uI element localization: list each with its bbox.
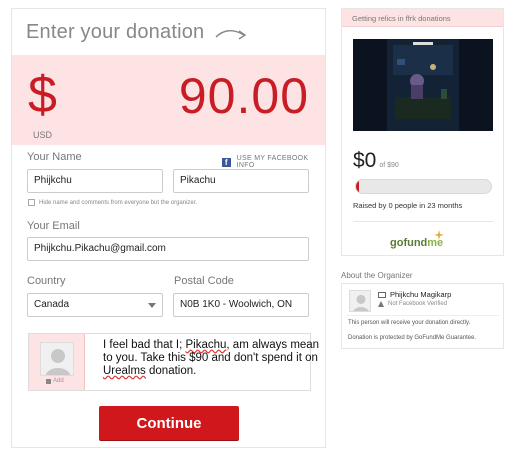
chevron-down-icon [148,303,156,308]
comment-textarea[interactable]: I feel bad that I; Pikachu, am always me… [103,339,328,378]
name-label: Your Name [27,151,82,163]
continue-button[interactable]: Continue [99,406,239,440]
country-label: Country [27,275,66,287]
organizer-card: Phijkchu Magikarp Not Facebook Verified … [341,283,504,349]
donation-panel: Enter your donation $ USD 90.00 Your Nam… [11,8,326,448]
raised-by-middle: people in [392,201,428,210]
logo-sparkle-icon [434,230,445,240]
last-name-field[interactable]: Pikachu [173,169,309,193]
donation-title-row: Enter your donation [26,21,248,44]
organizer-contact-link[interactable]: Phijkchu Magikarp [378,290,451,299]
add-photo-button[interactable]: Add [46,378,64,384]
organizer-divider [347,315,499,316]
hide-name-row[interactable]: Hide name and comments from everyone but… [28,199,197,206]
person-silhouette-icon [41,343,73,375]
organizer-avatar [349,290,371,312]
avatar-placeholder [40,342,74,376]
comment-text-part-3: donation. [145,365,197,377]
country-value: Canada [34,299,70,310]
country-select[interactable]: Canada [27,293,163,317]
comment-box: Add I feel bad that I; Pikachu, am alway… [28,333,319,391]
campaign-image[interactable] [353,39,493,131]
raised-by-prefix: Raised by [353,201,389,210]
first-name-field[interactable]: Phijkchu [27,169,163,193]
campaign-card: Getting relics in ffrk donations $0 of $… [341,8,504,256]
goal-text: of $90 [379,162,399,169]
raised-row: $0 of $90 [353,149,399,173]
use-facebook-info-label: USE MY FACEBOOK INFO [236,155,309,169]
postal-code-label: Postal Code [174,275,234,287]
use-facebook-info-link[interactable]: f USE MY FACEBOOK INFO [222,155,325,169]
facebook-small-icon [46,378,51,384]
amount-box[interactable]: $ USD 90.00 [12,55,325,145]
organizer-name: Phijkchu Magikarp [390,290,452,299]
card-divider [353,221,493,222]
postal-code-field[interactable]: N0B 1K0 - Woolwich, ON [173,293,309,317]
progress-bar-fill [356,180,359,193]
hide-name-checkbox[interactable] [28,199,35,206]
photo-upload-area[interactable]: Add [29,334,85,390]
gofundme-logo[interactable]: gofund me [390,230,445,249]
campaign-game-screenshot [353,39,493,131]
curved-arrow-icon [215,29,247,40]
email-field[interactable]: Phijkchu.Pikachu@gmail.com [27,237,309,261]
currency-symbol: $ [28,66,57,124]
campaign-title[interactable]: Getting relics in ffrk donations [342,9,503,27]
organizer-verified-row: Not Facebook Verified [378,301,447,307]
raised-amount: $0 [353,149,377,172]
warning-icon [378,301,384,307]
hide-name-label: Hide name and comments from everyone but… [39,199,198,206]
email-label: Your Email [27,220,80,232]
comment-text-part-1: I feel bad that I; [103,339,186,351]
currency-code: USD [33,130,53,140]
add-photo-label: Add [53,378,64,384]
comment-text-word: Urealms [103,365,146,377]
organizer-note-guarantee: Donation is protected by GoFundMe Guaran… [348,335,477,341]
comment-text-name: Pikachu [185,339,227,351]
raised-by-months: 23 [427,201,436,210]
envelope-icon [378,291,386,298]
facebook-icon: f [222,157,231,167]
donation-amount-input[interactable]: 90.00 [179,71,309,121]
donation-title: Enter your donation [26,21,205,43]
organizer-section-title: About the Organizer [341,271,413,280]
organizer-note-direct: This person will receive your donation d… [348,320,471,326]
logo-text-gofund: gofund [390,237,428,249]
organizer-verified-label: Not Facebook Verified [388,301,448,307]
raised-by-text: Raised by 0 people in 23 months [353,201,462,210]
person-silhouette-icon [350,291,370,311]
raised-by-suffix: months [435,201,463,210]
progress-bar [355,179,492,194]
